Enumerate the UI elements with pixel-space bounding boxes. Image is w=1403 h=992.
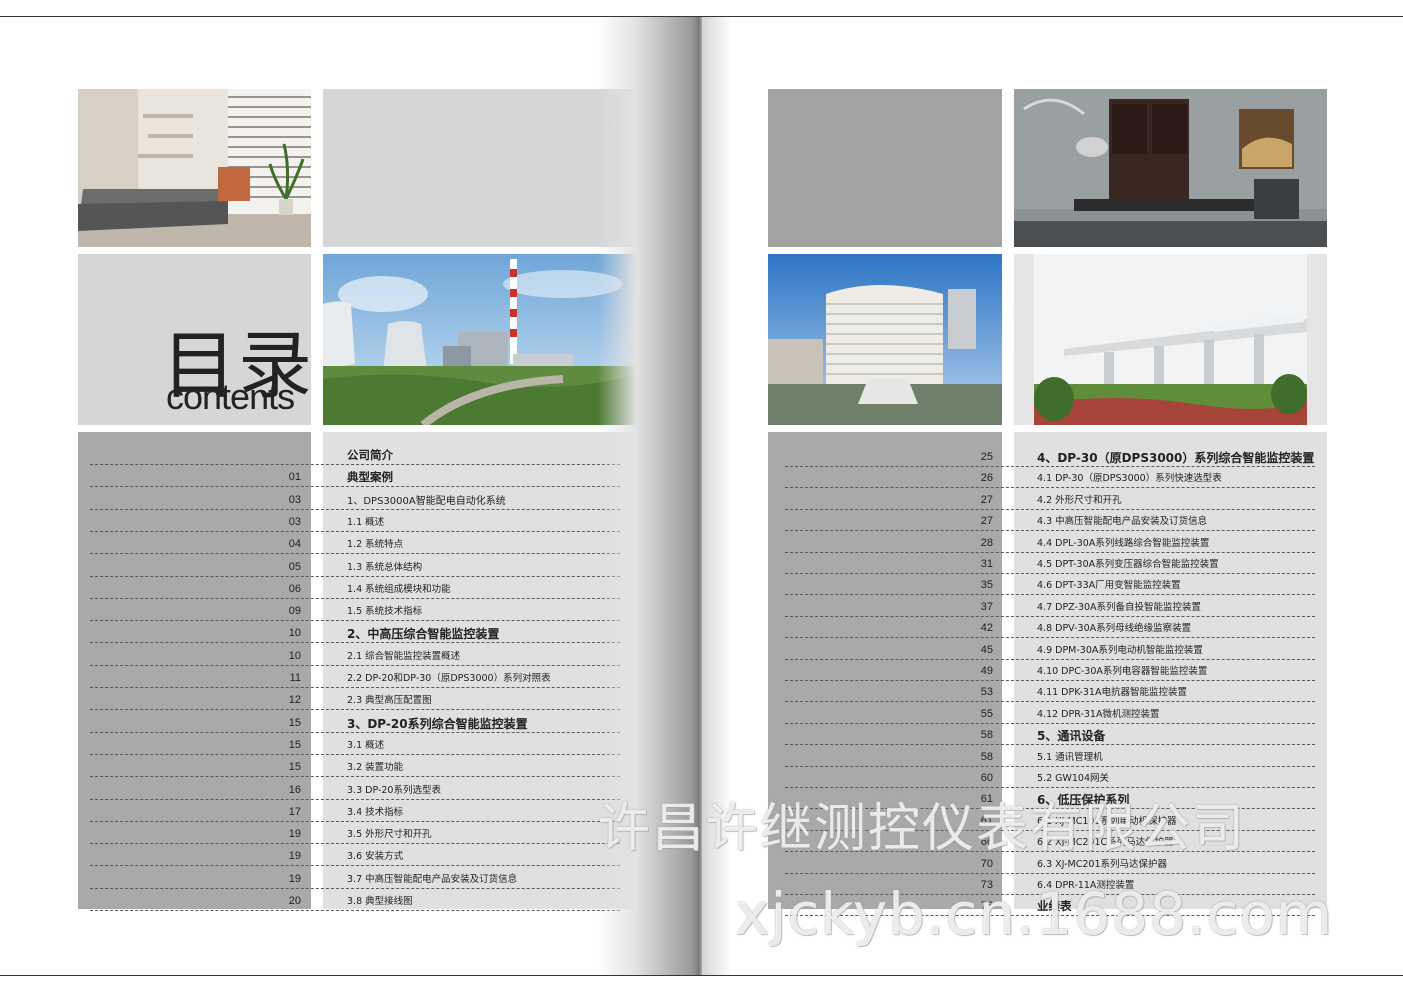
toc-entry[interactable]: 3.3 DP-20系列选型表 bbox=[347, 782, 441, 796]
page-subtitle: contents bbox=[166, 376, 295, 417]
toc-entry[interactable]: 4.5 DPT-30A系列变压器综合智能监控装置 bbox=[1037, 556, 1219, 570]
toc-entry[interactable]: 1、DPS3000A智能配电自动化系统 bbox=[347, 492, 506, 507]
toc-entry[interactable]: 3.7 中高压智能配电产品安装及订货信息 bbox=[347, 871, 517, 885]
toc-page-number: 49 bbox=[980, 665, 993, 677]
toc-entry[interactable]: 4.11 DPK-31A电抗器智能监控装置 bbox=[1037, 684, 1187, 698]
toc-entry[interactable]: 3.5 外形尺寸和开孔 bbox=[347, 826, 432, 840]
toc-page-number: 35 bbox=[980, 579, 993, 592]
toc-page-number: 04 bbox=[288, 538, 301, 551]
toc-entry[interactable]: 1.5 系统技术指标 bbox=[347, 603, 422, 617]
toc-page-number: 58 bbox=[980, 750, 993, 763]
toc-page-number: 19 bbox=[288, 872, 301, 885]
toc-entry[interactable]: 4.9 DPM-30A系列电动机智能监控装置 bbox=[1037, 642, 1203, 656]
toc-entry[interactable]: 1.1 概述 bbox=[347, 514, 384, 528]
toc-entry[interactable]: 3.8 典型接线图 bbox=[347, 893, 413, 907]
toc-page-number: 31 bbox=[980, 558, 993, 570]
toc-entry[interactable]: 4、DP-30（原DPS3000）系列综合智能监控装置 bbox=[1037, 449, 1314, 466]
toc-entry[interactable]: 1.4 系统组成模块和功能 bbox=[347, 581, 451, 595]
toc-page-number: 55 bbox=[980, 707, 993, 720]
toc-entry[interactable]: 3.1 概述 bbox=[347, 737, 384, 751]
toc-entry[interactable]: 2、中高压综合智能监控装置 bbox=[347, 625, 499, 642]
toc-entry[interactable]: 4.7 DPZ-30A系列备自投智能监控装置 bbox=[1037, 599, 1201, 613]
living-room-photo bbox=[78, 89, 311, 247]
toc-entry[interactable]: 1.2 系统特点 bbox=[347, 536, 403, 550]
toc-page-number: 15 bbox=[288, 761, 301, 774]
toc-entry[interactable]: 4.2 外形尺寸和开孔 bbox=[1037, 492, 1122, 506]
toc-page-number: 27 bbox=[980, 493, 993, 506]
toc-page-number: 15 bbox=[288, 716, 301, 729]
toc-entry[interactable]: 2.3 典型高压配置图 bbox=[347, 692, 432, 706]
toc-page-number: 25 bbox=[980, 451, 993, 463]
toc-entry[interactable]: 4.3 中高压智能配电产品安装及订货信息 bbox=[1037, 513, 1207, 527]
toc-entry[interactable]: 3.4 技术指标 bbox=[347, 804, 403, 818]
toc-page-number: 60 bbox=[980, 772, 993, 784]
toc-page-number: 03 bbox=[288, 515, 301, 528]
toc-page-number: 17 bbox=[288, 805, 301, 818]
toc-page-number: 16 bbox=[288, 783, 301, 796]
toc-entry[interactable]: 4.1 DP-30（原DPS3000）系列快速选型表 bbox=[1037, 470, 1222, 484]
toc-page-number: 10 bbox=[288, 627, 301, 640]
toc-page-number: 10 bbox=[288, 649, 301, 662]
toc-entry[interactable]: 2.2 DP-20和DP-30（原DPS3000）系列对照表 bbox=[347, 670, 551, 684]
toc-entry[interactable]: 5.2 GW104网关 bbox=[1037, 770, 1109, 784]
toc-page-number: 37 bbox=[980, 600, 993, 613]
toc-page-number: 06 bbox=[288, 582, 301, 595]
toc-page-number: 26 bbox=[980, 472, 993, 485]
hospital-building-photo bbox=[768, 254, 1002, 425]
power-plant-photo bbox=[323, 254, 636, 425]
toc-entry[interactable]: 公司简介 bbox=[347, 447, 393, 463]
toc-page-number: 15 bbox=[288, 738, 301, 751]
toc-page-number: 28 bbox=[980, 536, 993, 549]
toc-page-number: 53 bbox=[980, 686, 993, 699]
watermark-url: xjckyb.cn.1688.com bbox=[735, 880, 1334, 948]
toc-page-number: 19 bbox=[288, 850, 301, 863]
toc-entry[interactable]: 4.4 DPL-30A系列线路综合智能监控装置 bbox=[1037, 535, 1209, 549]
gray-block bbox=[768, 89, 1002, 247]
toc-entry[interactable]: 5、通讯设备 bbox=[1037, 727, 1105, 744]
toc-page-number: 11 bbox=[289, 672, 301, 684]
gray-block bbox=[323, 89, 636, 247]
toc-page-number: 12 bbox=[288, 694, 301, 707]
toc-page-number: 05 bbox=[288, 560, 301, 573]
toc-page-number: 27 bbox=[980, 515, 993, 528]
toc-page-number: 42 bbox=[980, 622, 993, 635]
toc-entry[interactable]: 3.2 装置功能 bbox=[347, 759, 403, 773]
watermark-company: 许昌许继测控仪表有限公司 bbox=[598, 799, 1247, 859]
toc-page-number: 58 bbox=[980, 729, 993, 742]
toc-entry[interactable]: 2.1 综合智能监控装置概述 bbox=[347, 648, 460, 662]
toc-entry[interactable]: 1.3 系统总体结构 bbox=[347, 559, 422, 573]
toc-page-number: 45 bbox=[980, 643, 993, 656]
toc-entry[interactable]: 4.12 DPR-31A微机测控装置 bbox=[1037, 706, 1159, 720]
toc-entry[interactable]: 5.1 通讯管理机 bbox=[1037, 749, 1103, 763]
toc-page-number: 09 bbox=[288, 605, 301, 618]
toc-page-number: 01 bbox=[288, 471, 301, 484]
toc-entry[interactable]: 4.10 DPC-30A系列电容器智能监控装置 bbox=[1037, 663, 1207, 677]
toc-page-number: 03 bbox=[288, 493, 301, 506]
toc-entry[interactable]: 3、DP-20系列综合智能监控装置 bbox=[347, 715, 528, 732]
toc-page-number: 19 bbox=[288, 828, 301, 841]
office-photo bbox=[1014, 89, 1327, 247]
toc-entry[interactable]: 3.6 安装方式 bbox=[347, 848, 403, 862]
toc-entry[interactable]: 典型案例 bbox=[347, 469, 393, 485]
toc-page-number: 20 bbox=[288, 895, 301, 907]
toc-entry[interactable]: 4.6 DPT-33A厂用变智能监控装置 bbox=[1037, 577, 1181, 591]
toc-entry[interactable]: 4.8 DPV-30A系列母线绝缘监察装置 bbox=[1037, 620, 1191, 634]
railway-viaduct-photo bbox=[1014, 254, 1327, 425]
